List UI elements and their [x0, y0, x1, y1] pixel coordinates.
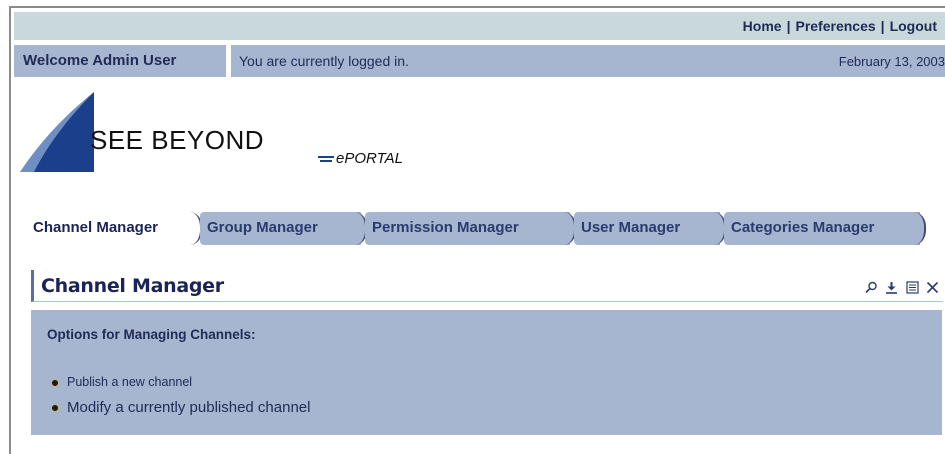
tab-user-manager[interactable]: User Manager: [574, 212, 726, 245]
portlet-controls: [862, 281, 939, 299]
link-separator: |: [786, 18, 791, 34]
download-icon[interactable]: [885, 281, 898, 299]
tab-label: Channel Manager: [33, 219, 159, 236]
logout-link[interactable]: Logout: [890, 18, 937, 34]
tab-permission-manager[interactable]: Permission Manager: [365, 212, 576, 245]
channel-options-panel: Options for Managing Channels: Publish a…: [31, 310, 942, 435]
logo-product-text: ePORTAL: [336, 150, 403, 167]
publish-channel-link[interactable]: Publish a new channel: [51, 375, 192, 389]
edit-icon[interactable]: [905, 281, 919, 299]
options-heading: Options for Managing Channels:: [47, 327, 256, 342]
tab-label: Categories Manager: [731, 219, 875, 236]
bullet-icon: [51, 378, 59, 387]
option-label: Modify a currently published channel: [67, 399, 311, 416]
top-links: Home | Preferences | Logout: [743, 18, 937, 34]
welcome-message: Welcome Admin User: [14, 45, 226, 77]
home-link[interactable]: Home: [743, 18, 782, 34]
logo-brand-text: SEE BEYOND: [90, 125, 264, 155]
tab-categories-manager[interactable]: Categories Manager: [724, 212, 926, 245]
tab-group-manager[interactable]: Group Manager: [200, 212, 367, 245]
seebeyond-eportal-logo: SEE BEYOND ePORTAL: [20, 92, 403, 172]
logo-accent-line: [320, 160, 332, 162]
top-navigation-bar: Home | Preferences | Logout: [14, 12, 945, 40]
login-status-text: You are currently logged in.: [239, 53, 409, 69]
link-separator: |: [880, 18, 885, 34]
section-header: Channel Manager: [31, 270, 943, 302]
tab-label: User Manager: [581, 219, 681, 236]
modify-channel-link[interactable]: Modify a currently published channel: [51, 399, 310, 416]
tab-label: Group Manager: [207, 219, 318, 236]
search-icon[interactable]: [865, 281, 878, 299]
tab-label: Permission Manager: [372, 219, 519, 236]
close-icon[interactable]: [926, 281, 939, 299]
logo-accent-line: [318, 156, 334, 158]
bullet-icon: [51, 404, 59, 413]
page-title: Channel Manager: [41, 275, 224, 297]
preferences-link[interactable]: Preferences: [795, 18, 875, 34]
login-status-bar: You are currently logged in. February 13…: [231, 45, 945, 77]
option-label: Publish a new channel: [67, 375, 193, 389]
tab-channel-manager[interactable]: Channel Manager: [26, 212, 202, 245]
current-date: February 13, 2003: [838, 54, 945, 69]
